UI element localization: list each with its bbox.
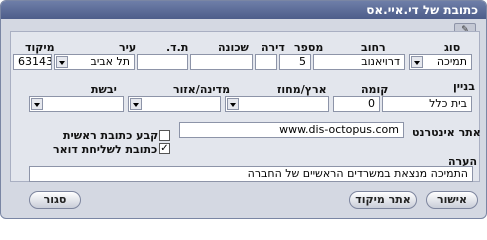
chevron-down-icon[interactable] [130, 98, 142, 110]
note-value: התמיכה מנצאת במשרדים הראשיים של החברה [247, 167, 468, 180]
chevron-down-icon[interactable] [31, 98, 43, 110]
website-value: www.dis-octopus.com [279, 123, 399, 136]
number-value: 5 [299, 55, 306, 68]
continent-label: יבשת [91, 83, 117, 96]
ok-button[interactable]: אישור [426, 191, 478, 209]
state-select[interactable] [128, 96, 221, 112]
neighborhood-label: שכונה [218, 41, 249, 54]
street-value: דרויאנוב [361, 55, 400, 68]
apartment-input[interactable] [255, 54, 277, 70]
type-select[interactable]: תמיכה [409, 54, 472, 70]
state-label: מדינה/אזור [173, 83, 231, 96]
title-bar: כתובת של די.איי.אס [1, 1, 486, 19]
zip-label: מיקוד [25, 41, 55, 54]
find-zip-button[interactable]: אתר מיקוד [349, 191, 417, 209]
chevron-down-icon[interactable] [56, 56, 68, 68]
pobox-input[interactable] [137, 54, 188, 70]
mailing-address-check-mark: ✓ [160, 143, 169, 154]
window-title: כתובת של די.איי.אס [366, 3, 478, 17]
zip-value: 63143 [18, 55, 52, 68]
address-form-panel: סוג רחוב מספר דירה שכונה ת.ד. עיר מיקוד … [10, 31, 481, 182]
street-label: רחוב [361, 41, 386, 54]
primary-address-label: קבע כתובת ראשית [63, 129, 159, 142]
chevron-down-icon[interactable] [411, 56, 423, 68]
website-input[interactable]: www.dis-octopus.com [179, 122, 404, 138]
type-label: סוג [444, 41, 461, 54]
country-label: ארץ/מחוז [277, 83, 327, 96]
street-input[interactable]: דרויאנוב [313, 54, 405, 70]
pobox-label: ת.ד. [166, 41, 189, 54]
floor-label: קומה [361, 83, 389, 96]
chevron-down-icon[interactable] [227, 98, 239, 110]
number-input[interactable]: 5 [279, 54, 311, 70]
city-value: תל אביב [90, 55, 130, 68]
close-button[interactable]: סגור [29, 191, 81, 209]
apartment-label: דירה [261, 41, 285, 54]
zip-input[interactable]: 63143 [13, 54, 52, 70]
neighborhood-input[interactable] [190, 54, 253, 70]
city-select[interactable]: תל אביב [54, 54, 135, 70]
building-value: בית כלל [429, 97, 467, 110]
website-label: אתר אינטרנט [412, 126, 481, 139]
mailing-address-checkbox[interactable]: ✓ [159, 143, 170, 154]
floor-value: 0 [368, 97, 375, 110]
building-label: בניין [453, 80, 475, 93]
building-input[interactable]: בית כלל [382, 96, 472, 112]
number-label: מספר [294, 41, 324, 54]
city-label: עיר [119, 41, 137, 54]
address-dialog: כתובת של די.איי.אס ✎ סוג רחוב מספר דירה … [0, 0, 487, 219]
primary-address-checkbox[interactable] [159, 130, 170, 141]
mailing-address-label: כתובת לשליחת דואר [53, 143, 158, 156]
type-value: תמיכה [436, 55, 467, 68]
continent-select[interactable] [29, 96, 124, 112]
country-select[interactable] [225, 96, 329, 112]
floor-input[interactable]: 0 [333, 96, 380, 112]
note-input[interactable]: התמיכה מנצאת במשרדים הראשיים של החברה [29, 166, 473, 182]
